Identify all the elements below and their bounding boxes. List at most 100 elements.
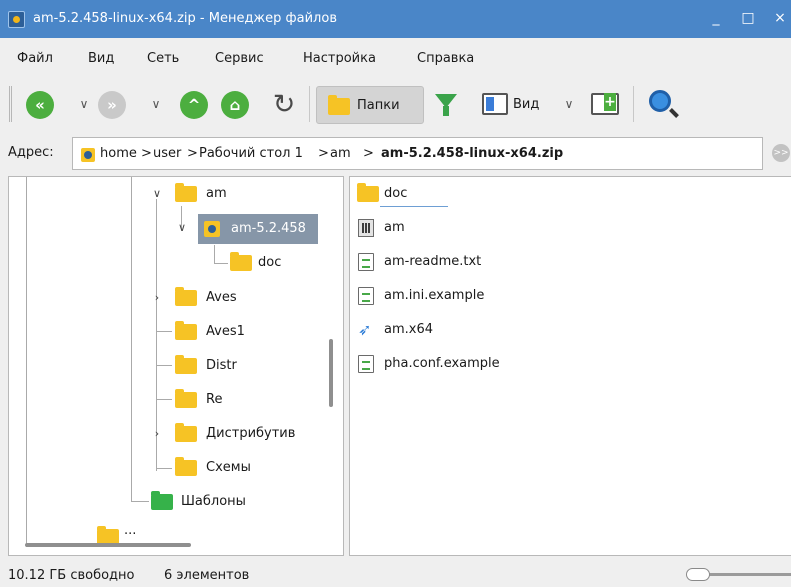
view-mode-label[interactable]: Вид <box>513 97 539 112</box>
tree-guide-line <box>131 501 149 502</box>
forward-icon[interactable]: » <box>98 91 126 119</box>
menu-network[interactable]: Сеть <box>147 51 179 66</box>
file-name: doc <box>384 186 408 201</box>
list-item[interactable]: pha.conf.example <box>350 347 791 381</box>
expand-toggle[interactable]: ∨ <box>176 222 188 234</box>
menu-file[interactable]: Файл <box>17 51 53 66</box>
folder-icon <box>175 389 197 408</box>
tree-node-schemes[interactable]: Схемы <box>206 460 251 475</box>
minimize-button[interactable]: _ <box>706 8 726 28</box>
tree-guide-line <box>156 365 172 366</box>
list-item[interactable]: ➶ am.x64 <box>350 313 791 347</box>
search-icon[interactable] <box>649 90 671 112</box>
tree-node-doc[interactable]: doc <box>258 255 281 270</box>
tree-node-distributiv[interactable]: Дистрибутив <box>206 426 295 441</box>
folder-icon <box>175 423 197 442</box>
menu-settings[interactable]: Настройка <box>303 51 376 66</box>
expand-toggle[interactable]: › <box>151 292 163 304</box>
file-name: am <box>384 220 405 235</box>
forward-history-dropdown[interactable]: ∨ <box>149 92 163 116</box>
tree-node-am[interactable]: am <box>206 186 227 201</box>
toolbar-grip[interactable] <box>9 86 12 122</box>
file-name: am.ini.example <box>384 288 485 303</box>
menu-help[interactable]: Справка <box>417 51 474 66</box>
breadcrumb-user[interactable]: user <box>153 146 181 161</box>
view-mode-dropdown[interactable]: ∨ <box>562 92 576 116</box>
expand-toggle[interactable]: › <box>151 428 163 440</box>
tree-node-aves[interactable]: Aves <box>206 290 237 305</box>
tree-horizontal-scrollbar[interactable] <box>25 543 191 547</box>
list-item[interactable]: doc <box>350 177 791 211</box>
binary-file-icon <box>358 219 374 237</box>
archive-icon <box>204 221 220 237</box>
folder-icon <box>175 355 197 374</box>
folder-icon <box>230 252 252 271</box>
breadcrumb-desktop[interactable]: Рабочий стол 1 <box>199 146 303 161</box>
file-name: am-readme.txt <box>384 254 482 269</box>
rocket-icon: ➶ <box>358 320 372 339</box>
text-file-icon <box>358 253 374 271</box>
maximize-button[interactable]: □ <box>738 8 758 28</box>
menu-service[interactable]: Сервис <box>215 51 264 66</box>
templates-folder-icon <box>151 491 173 510</box>
tree-guide-line <box>131 177 132 502</box>
file-list-panel[interactable]: doc am am-readme.txt am.ini.example ➶ am… <box>349 176 791 556</box>
split-panel-icon[interactable] <box>591 93 619 115</box>
window-title: am-5.2.458-linux-x64.zip - Менеджер файл… <box>33 11 337 26</box>
folder-icon <box>175 287 197 306</box>
close-button[interactable]: × <box>770 8 790 28</box>
tree-node-aves1[interactable]: Aves1 <box>206 324 245 339</box>
tree-node-re[interactable]: Re <box>206 392 222 407</box>
breadcrumb-separator: > <box>318 146 329 161</box>
list-item[interactable]: am-readme.txt <box>350 245 791 279</box>
menu-view[interactable]: Вид <box>88 51 114 66</box>
folder-icon <box>175 183 197 202</box>
filter-icon[interactable] <box>435 94 457 116</box>
file-name: am.x64 <box>384 322 433 337</box>
folder-icon <box>175 457 197 476</box>
tree-guide-line <box>156 468 172 469</box>
tree-guide-line <box>156 331 172 332</box>
breadcrumb-separator: > <box>363 146 374 161</box>
zoom-slider-handle[interactable] <box>686 568 710 581</box>
zoom-slider-track <box>696 573 791 576</box>
address-bar: Адрес: home > user > Рабочий стол 1 > am… <box>0 131 791 176</box>
list-item[interactable]: am <box>350 211 791 245</box>
tree-guide-line <box>26 177 27 547</box>
folder-icon <box>328 95 350 115</box>
back-history-dropdown[interactable]: ∨ <box>77 92 91 116</box>
toolbar-separator <box>633 86 634 122</box>
back-icon[interactable]: « <box>26 91 54 119</box>
title-bar: am-5.2.458-linux-x64.zip - Менеджер файл… <box>0 0 791 38</box>
text-file-icon <box>358 355 374 373</box>
folder-icon <box>357 183 379 202</box>
archive-app-icon <box>8 11 25 28</box>
address-label: Адрес: <box>8 145 54 160</box>
expand-toggle[interactable]: ∨ <box>151 188 163 200</box>
tree-node-templates[interactable]: Шаблоны <box>181 494 246 509</box>
folders-label: Папки <box>357 98 400 113</box>
breadcrumb-separator: > <box>187 146 198 161</box>
list-item[interactable]: am.ini.example <box>350 279 791 313</box>
text-file-icon <box>358 287 374 305</box>
address-input[interactable]: home > user > Рабочий стол 1 > am > am-5… <box>72 137 763 170</box>
zoom-slider[interactable] <box>686 568 791 581</box>
folders-toggle-button[interactable]: Папки <box>316 86 424 124</box>
toolbar-separator <box>309 86 310 122</box>
home-icon[interactable]: ⌂ <box>221 91 249 119</box>
tree-vertical-scrollbar[interactable] <box>329 339 333 407</box>
folder-tree-panel[interactable]: ∨ am ∨ am-5.2.458 doc › Aves Aves1 Distr… <box>8 176 344 556</box>
view-mode-icon[interactable] <box>482 93 508 115</box>
tree-node-am-5-2-458[interactable]: am-5.2.458 <box>231 221 306 236</box>
tree-node-partial[interactable]: ... <box>124 523 136 538</box>
tree-node-distr[interactable]: Distr <box>206 358 237 373</box>
tree-guide-line <box>156 399 172 400</box>
reload-icon[interactable]: ↻ <box>268 89 300 121</box>
breadcrumb-am[interactable]: am <box>330 146 351 161</box>
up-icon[interactable]: ^ <box>180 91 208 119</box>
toolbar: « ∨ » ∨ ^ ⌂ ↻ Папки Вид ∨ <box>0 76 791 131</box>
go-icon[interactable]: >> <box>772 144 790 162</box>
archive-icon <box>81 148 95 162</box>
breadcrumb-home[interactable]: home <box>100 146 137 161</box>
breadcrumb-current-zip[interactable]: am-5.2.458-linux-x64.zip <box>381 146 563 161</box>
